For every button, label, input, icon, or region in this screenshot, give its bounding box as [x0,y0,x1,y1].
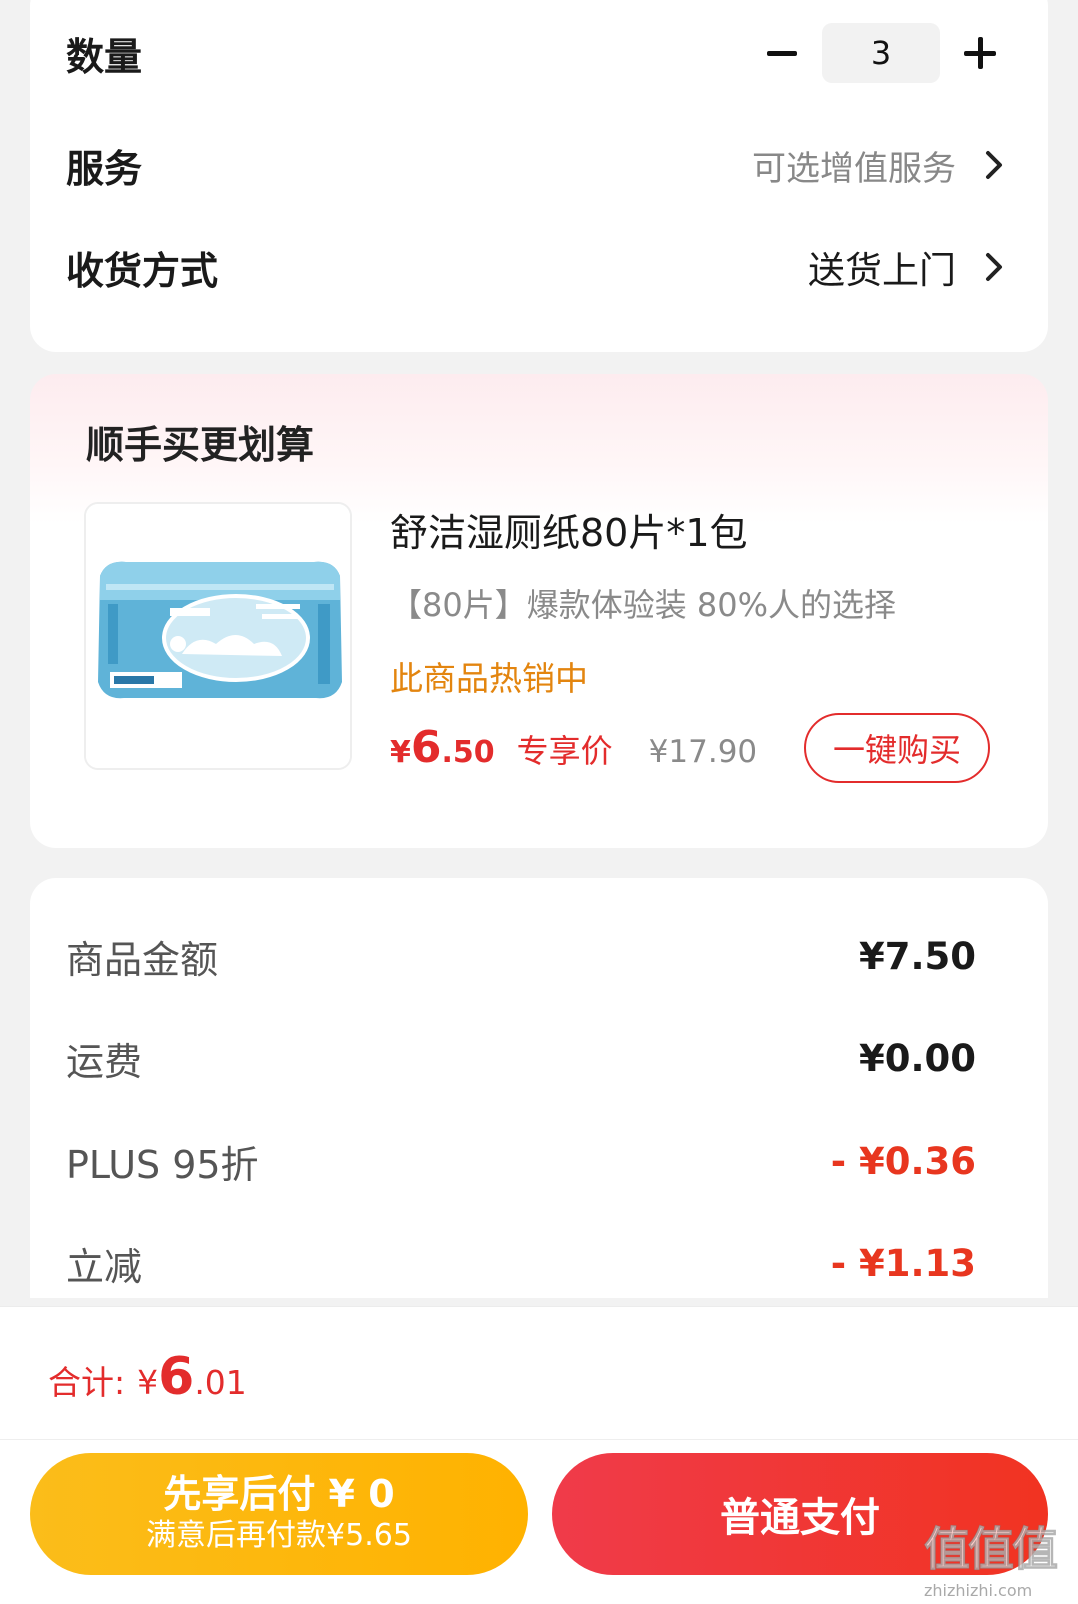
checkout-bar: 合计: ¥ 6 .01 先享后付 ¥ 0 满意后再付款¥5.65 普通支付 值值… [0,1306,1078,1604]
watermark-logo: 值值值 [924,1522,1059,1577]
service-row[interactable]: 服务 可选增值服务 [66,135,1008,195]
hot-sale-label: 此商品热销中 [390,659,588,698]
instant-discount-value: - ¥1.13 [830,1241,976,1285]
pay-later-label: 先享后付 ¥ 0 [163,1472,395,1516]
order-options-card: 数量 3 服务 可选增值服务 收货方式 送货上门 [30,0,1048,352]
product-description: 【80片】爆款体验装 80%人的选择 [390,586,897,624]
chevron-right-icon [986,253,1002,281]
price-summary-card: 商品金额 ¥7.50 运费 ¥0.00 PLUS 95折 - ¥0.36 立减 … [30,878,1048,1298]
recommendation-card: 顺手买更划算 舒洁湿厕纸80片*1包 【80片】爆款体验装 80%人的选择 此商… [30,374,1048,848]
goods-amount-label: 商品金额 [66,937,219,982]
plus-discount-label: PLUS 95折 [66,1142,259,1187]
price-integer: 6 [410,722,442,773]
increase-button[interactable] [952,25,1008,81]
pay-later-subtitle: 满意后再付款¥5.65 [146,1518,412,1553]
shipping-fee-label: 运费 [66,1039,143,1084]
total-label: 合计: [48,1363,126,1402]
order-total: 合计: ¥ 6 .01 [48,1347,247,1407]
service-selector[interactable]: 可选增值服务 [752,141,1008,190]
site-watermark: 值值值 zhizhizhi.com [924,1513,1068,1604]
service-label: 服务 [66,146,143,191]
watermark-url: zhizhizhi.com [924,1581,1033,1600]
divider [0,1439,1078,1440]
total-decimal: .01 [194,1363,247,1402]
one-click-buy-button[interactable]: 一键购买 [804,713,990,783]
minus-icon [767,50,797,56]
shipping-fee-value: ¥0.00 [858,1036,976,1080]
decrease-button[interactable] [754,25,810,81]
quantity-stepper[interactable]: 3 [754,23,1008,83]
service-hint: 可选增值服务 [752,148,956,189]
chevron-right-icon [986,151,1002,179]
recommendation-title: 顺手买更划算 [86,423,315,467]
shipping-fee-row: 运费 ¥0.00 [66,1028,976,1088]
delivery-row[interactable]: 收货方式 送货上门 [66,237,1008,297]
total-currency: ¥ [137,1363,159,1402]
goods-amount-row: 商品金额 ¥7.50 [66,926,976,986]
plus-icon [964,37,996,69]
price-currency: ¥ [390,735,411,770]
goods-amount-value: ¥7.50 [858,934,976,978]
delivery-selector[interactable]: 送货上门 [808,240,1008,294]
plus-discount-row: PLUS 95折 - ¥0.36 [66,1131,976,1191]
product-price-line: ¥ 6 .50 专享价 ¥17.90 [390,722,757,773]
delivery-label: 收货方式 [66,248,219,293]
quantity-input[interactable]: 3 [822,23,940,83]
instant-discount-row: 立减 - ¥1.13 [66,1233,976,1293]
exclusive-price-tag: 专享价 [516,732,613,770]
price-decimal: .50 [441,735,495,770]
instant-discount-label: 立减 [66,1244,143,1289]
total-integer: 6 [158,1347,195,1407]
pay-later-button[interactable]: 先享后付 ¥ 0 满意后再付款¥5.65 [30,1453,528,1575]
wet-wipes-package-image [86,504,350,768]
product-image[interactable] [84,502,352,770]
original-price: ¥17.90 [648,734,758,770]
plus-discount-value: - ¥0.36 [830,1139,976,1183]
product-name[interactable]: 舒洁湿厕纸80片*1包 [390,502,748,557]
quantity-row: 数量 3 [66,20,1008,86]
quantity-label: 数量 [66,34,143,79]
delivery-value: 送货上门 [808,249,956,292]
